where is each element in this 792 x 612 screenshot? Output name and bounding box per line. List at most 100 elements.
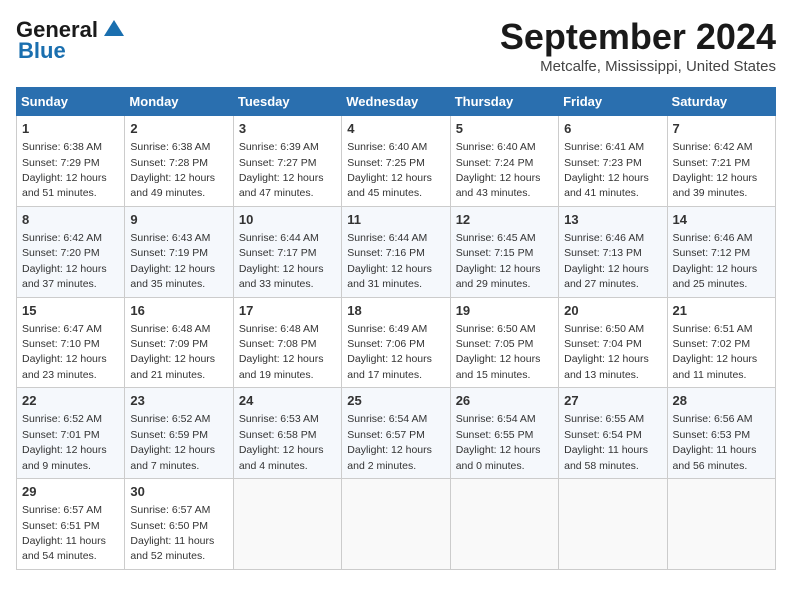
calendar-week-row: 15Sunrise: 6:47 AMSunset: 7:10 PMDayligh… (17, 297, 776, 388)
calendar-header-thursday: Thursday (450, 88, 558, 116)
day-info: Sunrise: 6:48 AMSunset: 7:08 PMDaylight:… (239, 323, 324, 381)
day-number: 22 (22, 392, 119, 410)
calendar-day-cell: 2Sunrise: 6:38 AMSunset: 7:28 PMDaylight… (125, 116, 233, 207)
day-info: Sunrise: 6:38 AMSunset: 7:29 PMDaylight:… (22, 141, 107, 199)
day-info: Sunrise: 6:44 AMSunset: 7:17 PMDaylight:… (239, 232, 324, 290)
day-info: Sunrise: 6:54 AMSunset: 6:55 PMDaylight:… (456, 413, 541, 471)
calendar-day-cell (450, 479, 558, 570)
logo: General Blue (16, 16, 128, 64)
day-number: 12 (456, 211, 553, 229)
location: Metcalfe, Mississippi, United States (500, 58, 776, 75)
calendar-day-cell: 8Sunrise: 6:42 AMSunset: 7:20 PMDaylight… (17, 206, 125, 297)
calendar-day-cell: 15Sunrise: 6:47 AMSunset: 7:10 PMDayligh… (17, 297, 125, 388)
day-number: 25 (347, 392, 444, 410)
day-info: Sunrise: 6:55 AMSunset: 6:54 PMDaylight:… (564, 413, 648, 471)
calendar-day-cell: 18 Sunrise: 6:49 AMSunset: 7:06 PMDayligh… (342, 297, 450, 388)
day-number: 3 (239, 120, 336, 138)
calendar-day-cell: 5Sunrise: 6:40 AMSunset: 7:24 PMDaylight… (450, 116, 558, 207)
day-info: Sunrise: 6:42 AMSunset: 7:20 PMDaylight:… (22, 232, 107, 290)
day-number: 24 (239, 392, 336, 410)
day-number: 13 (564, 211, 661, 229)
day-info: Sunrise: 6:49 AMSunset: 7:06 PMDaylight:… (347, 323, 432, 381)
day-number: 4 (347, 120, 444, 138)
calendar-week-row: 22 Sunrise: 6:52 AMSunset: 7:01 PMDayligh… (17, 388, 776, 479)
calendar-day-cell: 11 Sunrise: 6:44 AMSunset: 7:16 PMDayligh… (342, 206, 450, 297)
calendar-day-cell: 25 Sunrise: 6:54 AMSunset: 6:57 PMDayligh… (342, 388, 450, 479)
calendar-day-cell (342, 479, 450, 570)
calendar-header-wednesday: Wednesday (342, 88, 450, 116)
calendar-week-row: 1 Sunrise: 6:38 AMSunset: 7:29 PMDaylight… (17, 116, 776, 207)
calendar-day-cell: 19 Sunrise: 6:50 AMSunset: 7:05 PMDayligh… (450, 297, 558, 388)
calendar-header-friday: Friday (559, 88, 667, 116)
day-number: 19 (456, 302, 553, 320)
calendar-day-cell (559, 479, 667, 570)
calendar-header-sunday: Sunday (17, 88, 125, 116)
calendar-header-tuesday: Tuesday (233, 88, 341, 116)
calendar-day-cell: 17 Sunrise: 6:48 AMSunset: 7:08 PMDayligh… (233, 297, 341, 388)
calendar-week-row: 8Sunrise: 6:42 AMSunset: 7:20 PMDaylight… (17, 206, 776, 297)
day-number: 28 (673, 392, 770, 410)
day-number: 16 (130, 302, 227, 320)
month-title: September 2024 (500, 16, 776, 58)
calendar-day-cell: 26 Sunrise: 6:54 AMSunset: 6:55 PMDayligh… (450, 388, 558, 479)
day-info: Sunrise: 6:44 AMSunset: 7:16 PMDaylight:… (347, 232, 432, 290)
calendar-day-cell: 3Sunrise: 6:39 AMSunset: 7:27 PMDaylight… (233, 116, 341, 207)
day-number: 7 (673, 120, 770, 138)
calendar-day-cell: 16Sunrise: 6:48 AMSunset: 7:09 PMDayligh… (125, 297, 233, 388)
day-info: Sunrise: 6:52 AMSunset: 7:01 PMDaylight:… (22, 413, 107, 471)
calendar-day-cell: 30 Sunrise: 6:57 AMSunset: 6:50 PMDayligh… (125, 479, 233, 570)
day-info: Sunrise: 6:52 AMSunset: 6:59 PMDaylight:… (130, 413, 215, 471)
calendar-day-cell: 24 Sunrise: 6:53 AMSunset: 6:58 PMDayligh… (233, 388, 341, 479)
day-info: Sunrise: 6:54 AMSunset: 6:57 PMDaylight:… (347, 413, 432, 471)
day-info: Sunrise: 6:42 AMSunset: 7:21 PMDaylight:… (673, 141, 758, 199)
calendar-day-cell: 23 Sunrise: 6:52 AMSunset: 6:59 PMDayligh… (125, 388, 233, 479)
calendar-day-cell: 21 Sunrise: 6:51 AMSunset: 7:02 PMDayligh… (667, 297, 775, 388)
day-info: Sunrise: 6:40 AMSunset: 7:24 PMDaylight:… (456, 141, 541, 199)
day-number: 26 (456, 392, 553, 410)
day-info: Sunrise: 6:57 AMSunset: 6:50 PMDaylight:… (130, 504, 214, 562)
calendar-day-cell: 13 Sunrise: 6:46 AMSunset: 7:13 PMDayligh… (559, 206, 667, 297)
calendar-day-cell: 22 Sunrise: 6:52 AMSunset: 7:01 PMDayligh… (17, 388, 125, 479)
calendar-day-cell: 9Sunrise: 6:43 AMSunset: 7:19 PMDaylight… (125, 206, 233, 297)
calendar-day-cell: 27Sunrise: 6:55 AMSunset: 6:54 PMDayligh… (559, 388, 667, 479)
day-info: Sunrise: 6:57 AMSunset: 6:51 PMDaylight:… (22, 504, 106, 562)
day-number: 10 (239, 211, 336, 229)
day-info: Sunrise: 6:53 AMSunset: 6:58 PMDaylight:… (239, 413, 324, 471)
day-info: Sunrise: 6:51 AMSunset: 7:02 PMDaylight:… (673, 323, 758, 381)
calendar-table: SundayMondayTuesdayWednesdayThursdayFrid… (16, 87, 776, 570)
calendar-day-cell (233, 479, 341, 570)
day-number: 17 (239, 302, 336, 320)
day-number: 23 (130, 392, 227, 410)
day-number: 1 (22, 120, 119, 138)
calendar-day-cell: 28 Sunrise: 6:56 AMSunset: 6:53 PMDayligh… (667, 388, 775, 479)
calendar-day-cell: 29 Sunrise: 6:57 AMSunset: 6:51 PMDayligh… (17, 479, 125, 570)
calendar-header-row: SundayMondayTuesdayWednesdayThursdayFrid… (17, 88, 776, 116)
calendar-day-cell: 14Sunrise: 6:46 AMSunset: 7:12 PMDayligh… (667, 206, 775, 297)
calendar-day-cell: 12 Sunrise: 6:45 AMSunset: 7:15 PMDayligh… (450, 206, 558, 297)
day-info: Sunrise: 6:47 AMSunset: 7:10 PMDaylight:… (22, 323, 107, 381)
day-info: Sunrise: 6:38 AMSunset: 7:28 PMDaylight:… (130, 141, 215, 199)
calendar-day-cell: 4 Sunrise: 6:40 AMSunset: 7:25 PMDaylight… (342, 116, 450, 207)
day-info: Sunrise: 6:50 AMSunset: 7:04 PMDaylight:… (564, 323, 649, 381)
day-number: 30 (130, 483, 227, 501)
logo-blue: Blue (16, 38, 66, 64)
day-number: 20 (564, 302, 661, 320)
day-info: Sunrise: 6:43 AMSunset: 7:19 PMDaylight:… (130, 232, 215, 290)
day-info: Sunrise: 6:40 AMSunset: 7:25 PMDaylight:… (347, 141, 432, 199)
calendar-day-cell: 7 Sunrise: 6:42 AMSunset: 7:21 PMDaylight… (667, 116, 775, 207)
day-info: Sunrise: 6:50 AMSunset: 7:05 PMDaylight:… (456, 323, 541, 381)
day-info: Sunrise: 6:45 AMSunset: 7:15 PMDaylight:… (456, 232, 541, 290)
day-info: Sunrise: 6:56 AMSunset: 6:53 PMDaylight:… (673, 413, 757, 471)
day-number: 29 (22, 483, 119, 501)
logo-icon (100, 16, 128, 44)
day-info: Sunrise: 6:46 AMSunset: 7:13 PMDaylight:… (564, 232, 649, 290)
calendar-day-cell: 10 Sunrise: 6:44 AMSunset: 7:17 PMDayligh… (233, 206, 341, 297)
title-area: September 2024 Metcalfe, Mississippi, Un… (500, 16, 776, 75)
day-info: Sunrise: 6:41 AMSunset: 7:23 PMDaylight:… (564, 141, 649, 199)
day-number: 11 (347, 211, 444, 229)
day-number: 18 (347, 302, 444, 320)
calendar-day-cell: 6Sunrise: 6:41 AMSunset: 7:23 PMDaylight… (559, 116, 667, 207)
day-number: 21 (673, 302, 770, 320)
calendar-day-cell (667, 479, 775, 570)
day-number: 14 (673, 211, 770, 229)
